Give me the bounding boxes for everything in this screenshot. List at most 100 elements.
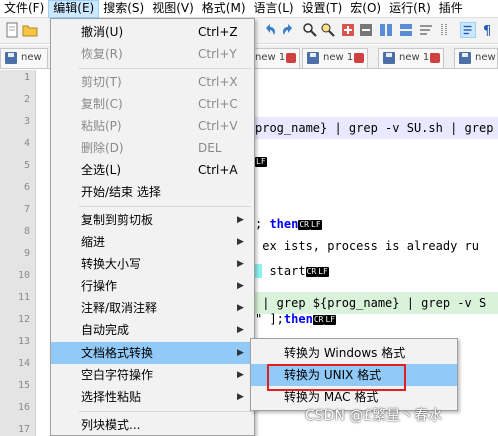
- close-tab-icon[interactable]: [430, 53, 440, 63]
- menu-item-select-all[interactable]: 全选(L) Ctrl+A: [51, 159, 254, 181]
- menu-item-undo[interactable]: 撤消(U) Ctrl+Z: [51, 21, 254, 43]
- code-line-9: ; thenCR LF: [255, 217, 322, 231]
- tab-new[interactable]: new: [0, 48, 48, 68]
- close-tab-icon[interactable]: [286, 53, 296, 63]
- submenu-arrow-icon: ▶: [237, 348, 244, 358]
- lf-marker: LF: [310, 219, 322, 230]
- menu-separator: [79, 206, 251, 207]
- keyword-then: then: [283, 312, 313, 326]
- line-number: 10: [17, 270, 30, 281]
- submenu-arrow-icon: ▶: [237, 303, 244, 313]
- menu-view[interactable]: 视图(V): [148, 0, 198, 18]
- sync-horizontal-icon[interactable]: [398, 22, 414, 38]
- find-icon[interactable]: [302, 22, 318, 38]
- menu-item-paste[interactable]: 粘贴(P) Ctrl+V: [51, 115, 254, 137]
- menu-item-comment[interactable]: 注释/取消注释 ▶: [51, 297, 254, 319]
- line-number: 11: [17, 292, 30, 303]
- word-wrap-icon[interactable]: [418, 22, 434, 38]
- redo-icon[interactable]: [280, 22, 296, 38]
- menu-macro[interactable]: 宏(O): [346, 0, 385, 18]
- line-number: 4: [23, 138, 30, 149]
- lf-marker: LF: [255, 156, 267, 167]
- undo-icon[interactable]: [262, 22, 278, 38]
- menu-item-indent[interactable]: 缩进 ▶: [51, 231, 254, 253]
- save-disk-icon: [307, 52, 319, 64]
- cr-marker: CR: [305, 266, 318, 277]
- save-disk-icon: [383, 52, 395, 64]
- lf-marker: LF: [317, 266, 329, 277]
- new-file-icon[interactable]: [4, 22, 20, 38]
- lf-marker: LF: [324, 314, 337, 325]
- menu-edit[interactable]: 编辑(E): [48, 0, 100, 18]
- line-number: 1: [23, 72, 30, 83]
- watermark: CSDN @£繁星丶春水: [305, 408, 443, 424]
- save-disk-icon: [459, 52, 471, 64]
- menu-item-auto-completion[interactable]: 自动完成 ▶: [51, 319, 254, 341]
- menu-item-begin-end-select[interactable]: 开始/结束 选择: [51, 181, 254, 203]
- line-number: 12: [17, 314, 30, 325]
- menu-run[interactable]: 运行(R): [385, 0, 435, 18]
- line-number: 7: [23, 204, 30, 215]
- eol-conversion-submenu: 转换为 Windows 格式 转换为 UNIX 格式 转换为 MAC 格式: [250, 338, 458, 411]
- edit-menu-dropdown: 撤消(U) Ctrl+Z 恢复(R) Ctrl+Y 剪切(T) Ctrl+X 复制(C…: [50, 18, 255, 436]
- menu-item-paste-special[interactable]: 选择性粘贴 ▶: [51, 386, 254, 408]
- code-line-15: " ];thenCR LF: [255, 312, 337, 326]
- cr-marker: CR: [312, 314, 325, 325]
- zoom-out-icon[interactable]: [358, 22, 374, 38]
- menu-item-convert-case[interactable]: 转换大小写 ▶: [51, 253, 254, 275]
- menu-item-blank-operations[interactable]: 空白字符操作 ▶: [51, 364, 254, 386]
- submenu-arrow-icon: ▶: [237, 392, 244, 402]
- submenu-arrow-icon: ▶: [237, 325, 244, 335]
- menu-item-redo[interactable]: 恢复(R) Ctrl+Y: [51, 43, 254, 65]
- line-number: 17: [17, 424, 30, 435]
- code-line-11: startCR LF: [255, 260, 329, 282]
- menu-item-copy-to-clipboard[interactable]: 复制到剪切板 ▶: [51, 209, 254, 231]
- submenu-arrow-icon: ▶: [237, 281, 244, 291]
- tab-new-13[interactable]: new: [454, 48, 498, 68]
- line-number: 3: [23, 116, 30, 127]
- save-disk-icon: [5, 52, 17, 64]
- svg-text:¶: ¶: [483, 24, 491, 38]
- zoom-in-icon[interactable]: [340, 22, 356, 38]
- menu-language[interactable]: 语言(L): [250, 0, 298, 18]
- line-number: 2: [23, 94, 30, 105]
- menu-item-column-mode[interactable]: 列块模式...: [51, 414, 254, 436]
- tab-new-12[interactable]: new 12: [378, 48, 444, 68]
- line-number: 14: [17, 358, 30, 369]
- code-line-4: prog_name} | grep -v SU.sh | grep: [255, 117, 498, 139]
- tab-new-10[interactable]: new 10: [250, 48, 300, 68]
- submenu-item-windows-format[interactable]: 转换为 Windows 格式: [251, 342, 457, 364]
- line-number: 16: [17, 402, 30, 413]
- code-line-10: ex ists, process is already ru: [255, 239, 479, 253]
- tab-label: new: [21, 52, 42, 63]
- close-tab-icon[interactable]: [354, 53, 364, 63]
- menu-item-line-operations[interactable]: 行操作 ▶: [51, 275, 254, 297]
- menu-settings[interactable]: 设置(T): [298, 0, 347, 18]
- tab-new-11[interactable]: new 11: [302, 48, 368, 68]
- line-number: 5: [23, 160, 30, 171]
- menu-bar: 文件(F) 编辑(E) 搜索(S) 视图(V) 格式(M) 语言(L) 设置(T…: [0, 0, 498, 18]
- menu-item-eol-conversion[interactable]: 文档格式转换 ▶: [51, 342, 254, 364]
- menu-plugins[interactable]: 插件: [435, 0, 467, 18]
- submenu-arrow-icon: ▶: [237, 237, 244, 247]
- replace-icon[interactable]: [320, 22, 336, 38]
- sync-scroll-icon[interactable]: [378, 22, 394, 38]
- menu-search[interactable]: 搜索(S): [99, 0, 148, 18]
- menu-file[interactable]: 文件(F): [0, 0, 48, 18]
- indent-guide-icon[interactable]: [438, 22, 454, 38]
- tab-label: new: [475, 52, 496, 63]
- line-number: 13: [17, 336, 30, 347]
- menu-item-delete[interactable]: 删除(D) DEL: [51, 137, 254, 159]
- show-all-chars-icon[interactable]: [460, 22, 476, 38]
- submenu-arrow-icon: ▶: [237, 215, 244, 225]
- line-number: 15: [17, 380, 30, 391]
- open-folder-icon[interactable]: [22, 22, 38, 38]
- menu-format[interactable]: 格式(M): [198, 0, 250, 18]
- submenu-item-unix-format[interactable]: 转换为 UNIX 格式: [251, 364, 457, 386]
- menu-item-copy[interactable]: 复制(C) Ctrl+C: [51, 93, 254, 115]
- menu-separator: [79, 68, 251, 69]
- line-number: 9: [23, 248, 30, 259]
- pilcrow-icon[interactable]: ¶: [480, 22, 496, 38]
- menu-item-cut[interactable]: 剪切(T) Ctrl+X: [51, 71, 254, 93]
- line-number-gutter: 1 2 3 4 5 6 7 8 9 10 11 12 13 14 15 16 1…: [0, 70, 36, 436]
